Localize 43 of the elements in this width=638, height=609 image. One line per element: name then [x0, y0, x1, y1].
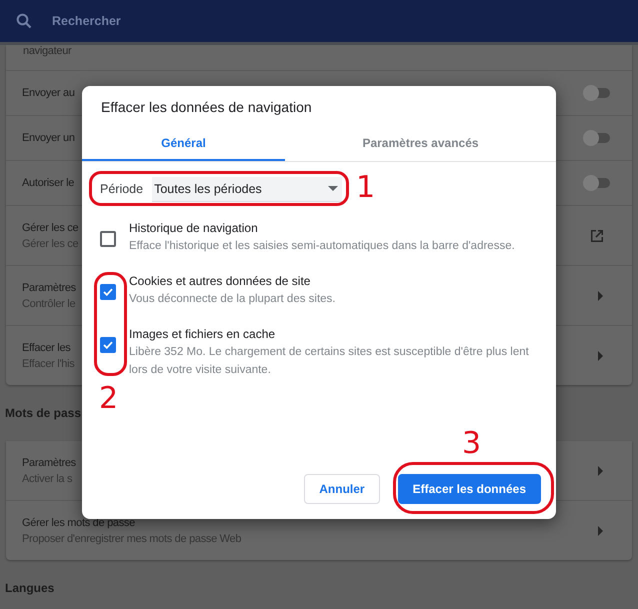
tab[interactable]: Paramètres avancés — [285, 126, 556, 161]
option-title: Cookies et autres données de site — [129, 273, 312, 290]
checkbox[interactable] — [100, 284, 116, 300]
setting-title: Effacer les — [22, 342, 70, 354]
arrow-right-icon[interactable] — [598, 526, 604, 536]
checkbox[interactable] — [100, 231, 116, 247]
setting-title: Paramètres — [22, 456, 76, 468]
search-icon — [16, 13, 32, 29]
section-heading: Langues — [5, 581, 54, 595]
tab[interactable]: Général — [82, 126, 285, 161]
arrow-right-icon[interactable] — [598, 350, 604, 360]
annotation-number: 1 — [356, 172, 376, 204]
toggle-switch[interactable] — [586, 88, 610, 98]
toggle-switch[interactable] — [586, 178, 610, 188]
check-icon — [103, 288, 113, 296]
cancel-button[interactable]: Annuler — [304, 474, 380, 504]
annotation-number: 3 — [462, 428, 482, 460]
setting-title: Envoyer au — [22, 87, 75, 99]
section-heading: Mots de pass — [5, 406, 82, 420]
period-dropdown[interactable]: Toutes les périodes — [152, 176, 342, 202]
option-description: Vous déconnecte de la plupart des sites. — [129, 292, 337, 307]
option-description: Efface l'historique et les saisies semi-automatiques dans la barre d'adresse. — [129, 239, 516, 254]
setting-description: navigateur — [23, 45, 72, 57]
caret-icon — [328, 186, 338, 191]
toggle-switch[interactable] — [586, 133, 610, 143]
setting-title: Gérer les mots de passe — [22, 516, 135, 528]
annotation-number: 2 — [99, 383, 118, 415]
option-description: Libère 352 Mo. Le chargement de certains sites est susceptible d'être plus lent lors de votre visite suivante. — [129, 345, 530, 378]
arrow-right-icon[interactable] — [598, 466, 604, 476]
check-icon — [103, 341, 113, 349]
option-title: Historique de navigation — [129, 220, 259, 237]
setting-title: Gérer les ce — [22, 222, 78, 234]
option-title: Images et fichiers en cache — [129, 326, 276, 343]
setting-title: Envoyer un — [22, 132, 75, 144]
checkbox[interactable] — [100, 337, 116, 353]
external-link-icon[interactable] — [590, 228, 604, 242]
arrow-right-icon[interactable] — [598, 290, 604, 300]
search-field[interactable]: Rechercher — [50, 13, 354, 29]
period-label: Période — [100, 182, 144, 196]
clear-data-button[interactable]: Effacer les données — [398, 474, 541, 504]
setting-title: Paramètres — [22, 282, 76, 294]
setting-title: Autoriser le — [22, 177, 74, 189]
dialog-title: Effacer les données de navigation — [101, 98, 313, 116]
